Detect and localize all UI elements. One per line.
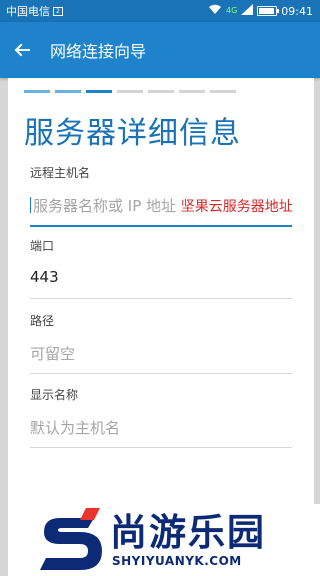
watermark: 尚游乐园 SHYIYUANYK.COM — [36, 504, 320, 576]
progress-step — [55, 90, 81, 93]
port-underline — [30, 298, 292, 299]
text-cursor — [30, 197, 31, 213]
progress-step — [179, 90, 205, 93]
signal-icon — [241, 4, 254, 18]
watermark-logo-icon — [36, 504, 106, 576]
status-left: 中国电信 2 — [6, 3, 63, 19]
display-name-label: 显示名称 — [30, 388, 79, 402]
progress-step — [24, 90, 50, 93]
port-label: 端口 — [30, 239, 55, 253]
wizard-content: 服务器详细信息 远程主机名 服务器名称或 IP 地址 坚果云服务器地址 端口 4… — [8, 78, 314, 576]
display-name-underline — [30, 447, 292, 448]
progress-step — [86, 90, 112, 93]
wizard-progress — [24, 90, 236, 93]
carrier-name: 中国电信 — [6, 5, 50, 18]
watermark-cn: 尚游乐园 — [110, 511, 266, 554]
watermark-text: 尚游乐园 SHYIYUANYK.COM — [110, 511, 266, 569]
wifi-icon — [208, 4, 222, 18]
app-title: 网络连接向导 — [50, 42, 147, 61]
port-input[interactable]: 443 — [30, 268, 292, 288]
display-name-field[interactable]: 显示名称 默认为主机名 — [30, 386, 292, 448]
path-label: 路径 — [30, 314, 55, 328]
port-field[interactable]: 端口 443 — [30, 237, 292, 299]
path-input[interactable]: 可留空 — [30, 343, 292, 363]
progress-step — [148, 90, 174, 93]
hostname-placeholder: 服务器名称或 IP 地址 — [33, 197, 177, 215]
clock-time: 09:41 — [281, 4, 313, 18]
progress-step — [117, 90, 143, 93]
app-bar: 网络连接向导 — [0, 22, 320, 78]
hostname-label: 远程主机名 — [30, 166, 91, 180]
hostname-annotation: 坚果云服务器地址 — [180, 199, 293, 215]
progress-step — [210, 90, 236, 93]
status-bar: 中国电信 2 4G 09:41 — [0, 0, 320, 22]
network-type-icon: 4G — [226, 6, 238, 15]
path-field[interactable]: 路径 可留空 — [30, 312, 292, 374]
watermark-en: SHYIYUANYK.COM — [112, 554, 242, 568]
display-name-input[interactable]: 默认为主机名 — [30, 417, 292, 437]
hostname-underline — [30, 225, 292, 227]
back-arrow-icon[interactable] — [0, 22, 44, 78]
hostname-field[interactable]: 远程主机名 服务器名称或 IP 地址 坚果云服务器地址 — [30, 164, 293, 227]
hostname-input[interactable]: 服务器名称或 IP 地址 坚果云服务器地址 — [30, 195, 293, 215]
battery-icon — [257, 6, 280, 16]
path-underline — [30, 373, 292, 374]
sim-card-icon: 2 — [53, 6, 63, 16]
status-right: 4G 09:41 — [208, 4, 313, 18]
page-title: 服务器详细信息 — [24, 116, 241, 151]
